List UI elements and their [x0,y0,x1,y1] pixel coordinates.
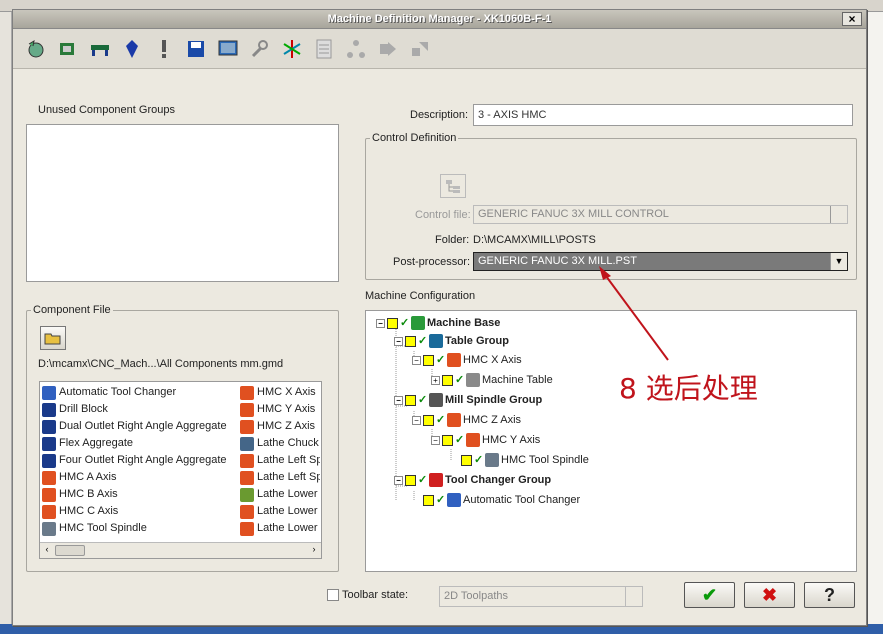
annotation-text: 8 选后处理 [619,372,758,405]
toolbar-state-label: Toolbar state: [342,589,409,601]
toolbar-state-dropdown-icon [625,587,642,606]
toolbar-state-value: 2D Toolpaths [444,590,509,602]
background-right-panel [867,12,883,634]
toolbar-state-checkbox[interactable] [327,589,339,601]
annotation-arrow [599,266,669,361]
help-button[interactable]: ? [804,582,855,608]
background-left-panel [0,12,12,634]
ok-button[interactable]: ✔ [684,582,735,608]
machine-definition-dialog: Machine Definition Manager - XK1060B-F-1… [12,9,867,626]
toolbar-state-select[interactable]: 2D Toolpaths [439,586,643,607]
cancel-button[interactable]: ✖ [744,582,795,608]
